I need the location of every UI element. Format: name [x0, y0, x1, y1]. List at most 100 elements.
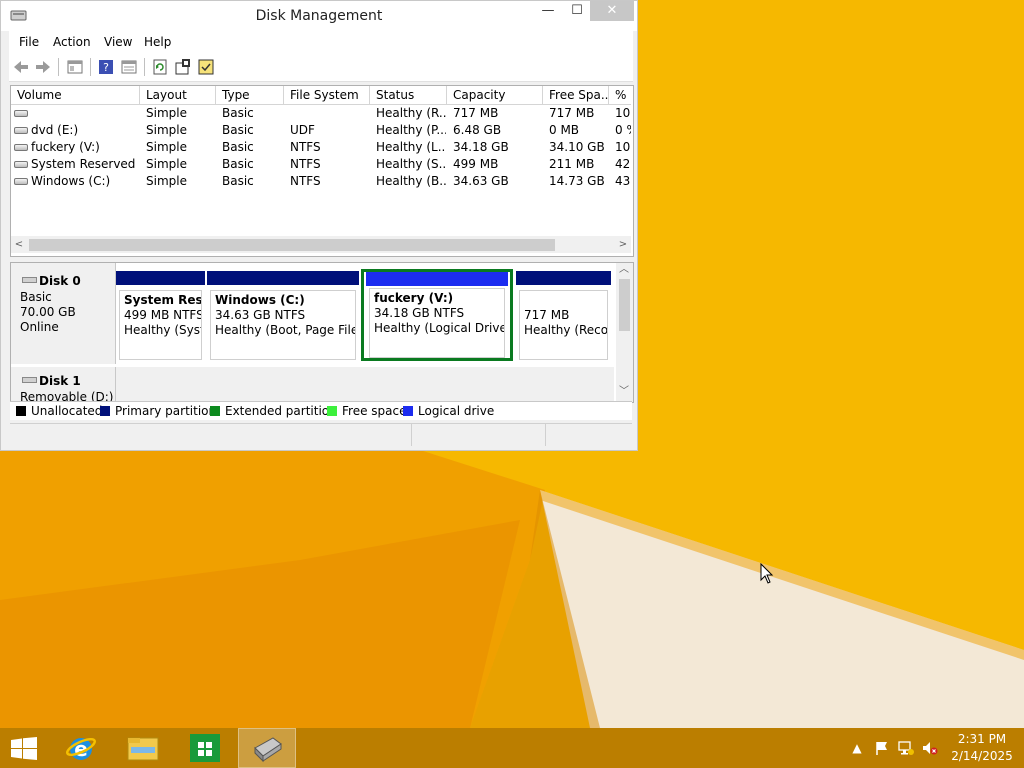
- cell-layout: Simple: [146, 174, 187, 188]
- cell-capacity: 717 MB: [453, 106, 499, 120]
- menu-view[interactable]: View: [104, 35, 132, 49]
- forward-icon[interactable]: [34, 58, 52, 76]
- status-bar-divider: [545, 424, 546, 446]
- cell-file-system: UDF: [290, 123, 315, 137]
- taskbar-internet-explorer[interactable]: e: [52, 728, 110, 768]
- cell-capacity: 499 MB: [453, 157, 499, 171]
- back-icon[interactable]: [12, 58, 30, 76]
- partition-fuckery-v-selected[interactable]: fuckery (V:) 34.18 GB NTFS Healthy (Logi…: [361, 269, 513, 361]
- partition-size: 717 MB: [524, 308, 570, 322]
- scroll-up-icon[interactable]: ︿: [616, 263, 632, 277]
- legend-item-unallocated: Unallocated: [16, 404, 102, 418]
- disk-state: Online: [20, 320, 59, 334]
- scroll-thumb[interactable]: [619, 279, 630, 331]
- cell-free-space: 717 MB: [549, 106, 595, 120]
- disk-1-label[interactable]: Disk 1 Removable (D:): [11, 367, 116, 402]
- taskbar-disk-management[interactable]: [238, 728, 296, 768]
- cell-percent-free: 100: [615, 106, 631, 120]
- partition-name: fuckery (V:): [374, 291, 454, 305]
- minimize-button[interactable]: —: [533, 1, 563, 21]
- status-bar: [10, 423, 632, 446]
- column-capacity[interactable]: Capacity: [447, 86, 543, 104]
- drive-icon: [14, 178, 28, 185]
- file-explorer-icon: [127, 737, 159, 761]
- disk-0-label[interactable]: Disk 0 Basic 70.00 GB Online: [11, 263, 116, 364]
- cell-percent-free: 100: [615, 140, 631, 154]
- store-icon: [190, 734, 220, 762]
- cell-type: Basic: [222, 174, 254, 188]
- cell-status: Healthy (B...: [376, 174, 446, 188]
- network-icon[interactable]: [898, 740, 914, 756]
- scroll-right-icon[interactable]: >: [615, 236, 631, 253]
- cell-type: Basic: [222, 140, 254, 154]
- refresh-icon[interactable]: [151, 58, 169, 76]
- cell-percent-free: 43: [615, 174, 631, 188]
- scroll-down-icon[interactable]: ﹀: [616, 385, 632, 399]
- help-icon[interactable]: ?: [97, 58, 115, 76]
- drive-icon: [14, 144, 28, 151]
- toolbar-separator: [90, 58, 91, 76]
- legend-swatch: [100, 406, 110, 416]
- partition-size: 34.18 GB NTFS: [374, 306, 465, 320]
- table-row[interactable]: Windows (C:) Simple Basic NTFS Healthy (…: [11, 173, 631, 190]
- taskbar: e ▲ 2:31 PM 2/14/2025: [0, 728, 1024, 768]
- scroll-thumb[interactable]: [29, 239, 555, 251]
- cell-status: Healthy (R...: [376, 106, 446, 120]
- logical-drive-bar: [366, 272, 508, 286]
- table-row[interactable]: fuckery (V:) Simple Basic NTFS Healthy (…: [11, 139, 631, 156]
- primary-partition-bar: [207, 271, 359, 285]
- legend-swatch: [16, 406, 26, 416]
- table-row[interactable]: dvd (E:) Simple Basic UDF Healthy (P... …: [11, 122, 631, 139]
- properties-view-icon[interactable]: [120, 58, 138, 76]
- partition-name: System Reser: [124, 293, 202, 307]
- column-type[interactable]: Type: [216, 86, 284, 104]
- taskbar-file-explorer[interactable]: [114, 728, 172, 768]
- legend-item-logical-drive: Logical drive: [403, 404, 494, 418]
- show-hidden-icons-icon[interactable]: ▲: [849, 740, 865, 756]
- column-percent-free[interactable]: % F: [609, 86, 631, 104]
- settings-icon[interactable]: [174, 58, 192, 76]
- partition-windows-c[interactable]: Windows (C:) 34.63 GB NTFS Healthy (Boot…: [207, 271, 359, 360]
- table-row[interactable]: Simple Basic Healthy (R... 717 MB 717 MB…: [11, 105, 631, 122]
- disk-size: 70.00 GB: [20, 305, 76, 319]
- checklist-icon[interactable]: [197, 58, 215, 76]
- primary-partition-bar: [516, 271, 611, 285]
- partition-legend: Unallocated Primary partition Extended p…: [10, 401, 632, 420]
- disk-view-vscrollbar[interactable]: ︿ ﹀: [616, 263, 633, 402]
- taskbar-store[interactable]: [176, 728, 234, 768]
- volume-list-hscrollbar[interactable]: < >: [11, 236, 631, 253]
- close-button[interactable]: ✕: [590, 1, 634, 21]
- removable-disk-icon: [22, 377, 37, 383]
- cell-layout: Simple: [146, 123, 187, 137]
- column-volume[interactable]: Volume: [11, 86, 140, 104]
- scroll-left-icon[interactable]: <: [11, 236, 27, 253]
- column-layout[interactable]: Layout: [140, 86, 216, 104]
- partition-system-reserved[interactable]: System Reser 499 MB NTFS Healthy (Syste: [116, 271, 205, 360]
- menu-action[interactable]: Action: [53, 35, 91, 49]
- column-status[interactable]: Status: [370, 86, 447, 104]
- show-hide-tree-icon[interactable]: [66, 58, 84, 76]
- menu-help[interactable]: Help: [144, 35, 171, 49]
- cell-file-system: NTFS: [290, 157, 321, 171]
- cell-type: Basic: [222, 123, 254, 137]
- action-center-flag-icon[interactable]: [874, 740, 890, 756]
- cell-file-system: NTFS: [290, 140, 321, 154]
- maximize-button[interactable]: ☐: [562, 1, 592, 21]
- partition-recovery[interactable]: 717 MB Healthy (Recove: [516, 271, 611, 360]
- toolbar: ?: [9, 53, 633, 82]
- partition-name: Windows (C:): [215, 293, 305, 307]
- column-free-space[interactable]: Free Spa...: [543, 86, 609, 104]
- menu-file[interactable]: File: [19, 35, 39, 49]
- start-icon: [11, 737, 37, 760]
- cell-status: Healthy (S...: [376, 157, 446, 171]
- toolbar-separator: [144, 58, 145, 76]
- column-file-system[interactable]: File System: [284, 86, 370, 104]
- cell-volume: fuckery (V:): [31, 140, 100, 154]
- start-button[interactable]: [0, 728, 58, 768]
- drive-icon: [14, 161, 28, 168]
- title-bar[interactable]: Disk Management — ☐ ✕: [1, 1, 637, 31]
- speaker-muted-icon[interactable]: [922, 740, 938, 756]
- taskbar-clock[interactable]: 2:31 PM 2/14/2025: [948, 731, 1016, 765]
- legend-swatch: [403, 406, 413, 416]
- table-row[interactable]: System Reserved Simple Basic NTFS Health…: [11, 156, 631, 173]
